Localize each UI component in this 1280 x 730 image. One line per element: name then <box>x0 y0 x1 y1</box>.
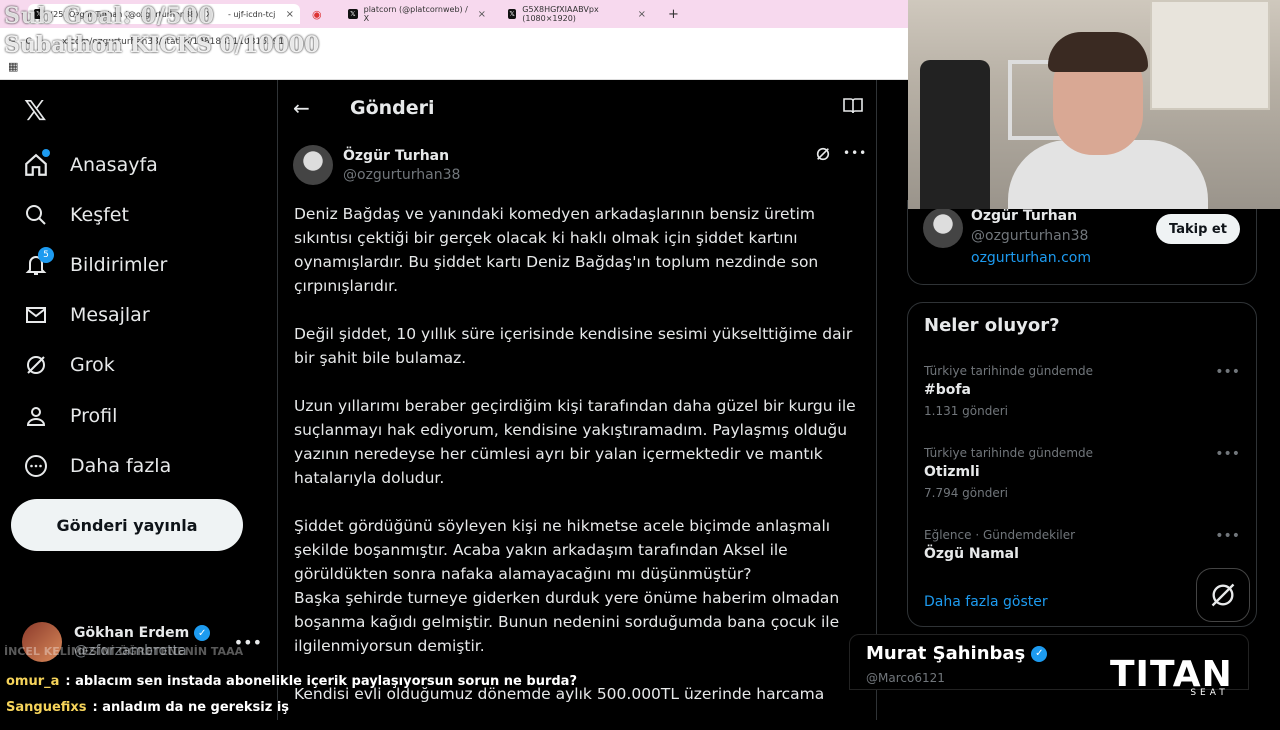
more-circle-icon <box>22 452 50 480</box>
apps-grid-icon[interactable]: ▦ <box>8 60 18 73</box>
browser-tab-4[interactable]: 𝕏 G5X8HGfXIAABVpx (1080×1920) × <box>502 4 652 24</box>
nav-item-more[interactable]: Daha fazla <box>22 446 171 486</box>
show-more-link[interactable]: Daha fazla göster <box>924 594 1048 610</box>
close-tab-icon[interactable]: × <box>638 9 646 20</box>
avatar[interactable] <box>923 208 963 248</box>
tab-label: G5X8HGfXIAABVpx (1080×1920) <box>522 5 599 23</box>
trend-category: Türkiye tarihinde gündemde <box>924 364 1094 378</box>
recording-icon: ◉ <box>312 7 322 21</box>
reader-mode-icon[interactable] <box>843 97 863 119</box>
trend-item[interactable]: Eğlence · Gündemdekiler Özgü Namal ••• <box>924 528 1240 562</box>
bell-icon: 5 <box>22 247 54 279</box>
post-header: ← Gönderi <box>293 92 863 124</box>
lower-third-name: Murat Şahinbaş <box>866 643 1026 664</box>
post-button[interactable]: Gönderi yayınla <box>11 499 243 551</box>
nav-label: Keşfet <box>70 204 129 226</box>
trends-title: Neler oluyor? <box>924 315 1060 336</box>
post-paragraph: Başka şehirde turneye giderken durduk ye… <box>294 589 840 655</box>
chat-username: omur_a <box>6 673 60 689</box>
trend-count: 7.794 gönderi <box>924 486 1008 500</box>
nav-item-notifications[interactable]: 5 Bildirimler <box>22 245 167 285</box>
grok-icon <box>1211 583 1235 607</box>
more-dots-icon[interactable]: ••• <box>1215 446 1240 462</box>
sponsor-sub: SEAT <box>1190 688 1229 698</box>
grok-icon[interactable] <box>815 146 831 166</box>
verified-badge-icon: ✓ <box>1031 645 1048 662</box>
post-paragraph: Uzun yıllarımı beraber geçirdiğim kişi t… <box>294 397 856 487</box>
avatar[interactable] <box>293 145 333 185</box>
profile-handle[interactable]: @ozgurturhan38 <box>971 228 1091 244</box>
follow-button[interactable]: Takip et <box>1156 214 1240 244</box>
more-dots-icon[interactable]: ••• <box>843 146 867 166</box>
post-paragraph: Değil şiddet, 10 yıllık süre içerisinde … <box>294 325 853 367</box>
streamer-hair <box>1048 32 1148 72</box>
chat-message: omur_a : ablacım sen instada abonelikle … <box>0 670 880 692</box>
sub-goal-overlay: Sub Goal: 0/500 <box>4 3 216 29</box>
close-tab-icon[interactable]: × <box>478 9 486 20</box>
nav-label: Profil <box>70 405 118 427</box>
search-icon <box>22 201 50 229</box>
trend-name: #bofa <box>924 382 971 398</box>
tab-label: platcorn (@platcornweb) / X <box>363 5 468 23</box>
post-body: Deniz Bağdaş ve yanındaki komedyen arkad… <box>294 202 864 730</box>
trend-item[interactable]: Türkiye tarihinde gündemde Otizmli 7.794… <box>924 446 1240 500</box>
post-tools: ••• <box>815 146 867 166</box>
person-icon <box>22 402 50 430</box>
author-handle[interactable]: @ozgurturhan38 <box>343 167 460 183</box>
new-tab-button[interactable]: + <box>662 4 682 24</box>
tab-label: - ujf-icdn-tcj <box>228 9 276 19</box>
notification-count-badge: 5 <box>38 247 54 263</box>
home-icon <box>22 149 50 179</box>
back-arrow-icon[interactable]: ← <box>293 96 317 120</box>
subathon-overlay: Subathon KICKS 0/10000 <box>4 32 320 58</box>
author-name[interactable]: Özgür Turhan <box>343 148 460 164</box>
envelope-icon <box>22 301 50 329</box>
nav-item-grok[interactable]: Grok <box>22 345 115 385</box>
browser-tab-3[interactable]: 𝕏 platcorn (@platcornweb) / X × <box>342 4 492 24</box>
nav-item-explore[interactable]: Keşfet <box>22 195 129 235</box>
background-door <box>1150 0 1270 110</box>
chat-text: : ablacım sen instada abonelikle içerik … <box>65 673 577 689</box>
nav-label: Grok <box>70 354 115 376</box>
nav-item-profile[interactable]: Profil <box>22 396 117 436</box>
trend-name: Özgü Namal <box>924 546 1019 562</box>
chat-username: Sanguefixs <box>6 699 87 715</box>
trend-category: Türkiye tarihinde gündemde <box>924 446 1094 460</box>
post-author[interactable]: Özgür Turhan @ozgurturhan38 <box>293 145 460 185</box>
trend-item[interactable]: Türkiye tarihinde gündemde #bofa 1.131 g… <box>924 364 1240 418</box>
trend-category: Eğlence · Gündemdekiler <box>924 528 1076 542</box>
nav-label: Daha fazla <box>70 455 172 477</box>
webcam-feed <box>908 0 1280 209</box>
post-paragraph: Şiddet gördüğünü söyleyen kişi ne hikmet… <box>294 517 831 583</box>
nav-item-messages[interactable]: Mesajlar <box>22 295 150 335</box>
nav-label: Mesajlar <box>70 304 150 326</box>
chat-message: Sanguefixs : anladım da ne gereksiz iş <box>0 696 880 718</box>
nav-item-home[interactable]: Anasayfa <box>22 145 158 185</box>
nav-label: Bildirimler <box>70 254 168 276</box>
x-logo-icon[interactable]: 𝕏 <box>24 94 47 127</box>
page-title: Gönderi <box>350 97 435 119</box>
x-favicon-icon: 𝕏 <box>508 9 517 19</box>
verified-badge-icon: ✓ <box>194 625 211 641</box>
sponsor-logo: TITAN SEAT <box>1110 654 1233 698</box>
chat-text: : anladım da ne gereksiz iş <box>92 699 290 715</box>
nav-label: Anasayfa <box>70 154 158 176</box>
trend-count: 1.131 gönderi <box>924 404 1008 418</box>
profile-card-row[interactable]: Özgür Turhan @ozgurturhan38 ozgurturhan.… <box>923 208 1091 266</box>
profile-name[interactable]: Özgür Turhan <box>971 208 1091 224</box>
trend-name: Otizmli <box>924 464 980 480</box>
post-paragraph: Deniz Bağdaş ve yanındaki komedyen arkad… <box>294 205 819 295</box>
more-dots-icon[interactable]: ••• <box>1215 528 1240 544</box>
faded-chat-overlay: İNCEL KELİMESİNİ ÖĞRETENENİN TAAA <box>4 645 244 658</box>
x-favicon-icon: 𝕏 <box>348 9 358 19</box>
gaming-chair <box>920 60 990 209</box>
profile-website-link[interactable]: ozgurturhan.com <box>971 250 1091 266</box>
account-name: Gökhan Erdem <box>74 625 190 641</box>
more-dots-icon[interactable]: ••• <box>1215 364 1240 380</box>
grok-icon <box>22 351 50 379</box>
grok-floating-button[interactable] <box>1196 568 1250 622</box>
